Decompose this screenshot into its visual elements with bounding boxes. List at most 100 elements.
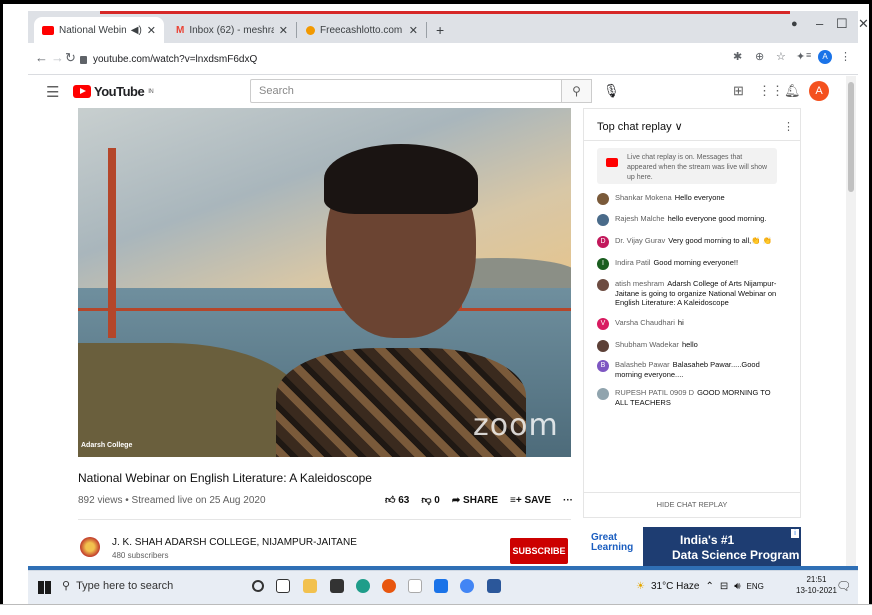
chat-avatar: D: [597, 236, 609, 248]
tab-label: National Webinar on English: [59, 24, 126, 36]
extensions-icon[interactable]: ✦: [796, 50, 805, 63]
chrome-icon[interactable]: [460, 579, 474, 593]
thumbs-down-icon: 👎︎: [421, 495, 432, 506]
firefox-icon[interactable]: [382, 579, 396, 593]
youtube-icon: [606, 158, 618, 167]
forward-icon[interactable]: →: [51, 50, 64, 65]
tray-chevron-icon[interactable]: ⌃: [705, 581, 713, 592]
share-button[interactable]: ➦ SHARE: [452, 495, 498, 506]
save-label: SAVE: [524, 494, 552, 506]
weather-icon: ☀: [636, 581, 645, 592]
gmail-icon: M: [176, 24, 185, 36]
chat-author: Balasheb Pawar: [615, 360, 670, 369]
app-icon[interactable]: [408, 579, 422, 593]
chat-message: V Varsha Chaudhari hi: [597, 318, 782, 330]
account-avatar[interactable]: A: [809, 81, 829, 101]
ad-brand-logo: Great Learning: [583, 527, 643, 567]
chat-text: Hello everyone: [674, 193, 725, 202]
chat-menu-icon[interactable]: ⋮: [783, 120, 794, 133]
zoom-watermark: zoom: [473, 408, 559, 443]
hide-chat-replay-button[interactable]: HIDE CHAT REPLAY: [584, 492, 800, 516]
record-icon[interactable]: ●: [791, 18, 798, 30]
more-actions-button[interactable]: ···: [563, 495, 573, 506]
notification-center-icon[interactable]: 🗨︎: [836, 579, 851, 593]
notifications-bell-icon[interactable]: 🔔︎: [784, 83, 801, 99]
edge-icon[interactable]: [356, 579, 370, 593]
windows-start-icon[interactable]: [38, 581, 51, 594]
video-actions: 👍︎ 63 👎︎ 0 ➦ SHARE ≡+ SAVE ···: [385, 494, 573, 507]
tab-freecashlotto[interactable]: Freecashlotto.com ✕: [298, 17, 426, 43]
language-indicator[interactable]: ENG: [747, 582, 764, 591]
hamburger-menu-icon[interactable]: ☰: [46, 83, 59, 101]
close-icon[interactable]: ✕: [147, 24, 156, 37]
star-icon[interactable]: ☆: [776, 50, 786, 63]
volume-icon[interactable]: 🔊︎: [734, 581, 740, 592]
close-icon[interactable]: ✕: [279, 24, 288, 37]
close-icon[interactable]: ✕: [409, 24, 418, 37]
clock-date: 13-10-2021: [796, 586, 837, 595]
chat-avatar: V: [597, 318, 609, 330]
scrollbar-thumb[interactable]: [848, 82, 854, 192]
file-explorer-icon[interactable]: [303, 579, 317, 593]
taskbar-search-text: Type here to search: [76, 579, 174, 592]
channel-avatar[interactable]: [80, 537, 100, 557]
network-icon[interactable]: ⊟: [720, 581, 728, 592]
tab-youtube[interactable]: National Webinar on English ◀) ✕: [34, 17, 164, 43]
weather-text[interactable]: 31°C Haze: [651, 581, 699, 592]
microphone-icon[interactable]: 🎙: [603, 83, 620, 99]
chat-avatar: [597, 388, 609, 400]
youtube-play-icon: [73, 85, 91, 98]
tab-label: Inbox (62) - meshram81@gmail: [189, 24, 273, 36]
region-code: IN: [148, 88, 154, 95]
task-view-icon[interactable]: [276, 579, 290, 593]
subscribe-button[interactable]: SUBSCRIBE: [510, 538, 568, 564]
search-button[interactable]: ⚲: [562, 79, 592, 103]
like-button[interactable]: 👍︎ 63: [385, 494, 409, 506]
clock-time: 21:51: [806, 575, 827, 584]
chat-message: Rajesh Malche hello everyone good morning…: [597, 214, 782, 226]
minimize-button[interactable]: –: [816, 16, 823, 31]
ad-brand-line2: Learning: [591, 542, 634, 553]
share-icon: ➦: [451, 494, 461, 506]
outer-bottom-edge: [0, 604, 872, 615]
chat-text: Good morning everyone!!: [653, 258, 739, 267]
window-close-button[interactable]: ✕: [858, 16, 869, 32]
store-icon[interactable]: [330, 579, 344, 593]
chat-mode-dropdown[interactable]: Top chat replay ∨: [597, 120, 683, 133]
chat-divider: [584, 140, 800, 141]
new-tab-button[interactable]: +: [428, 17, 450, 43]
browser-profile-avatar[interactable]: A: [818, 50, 832, 64]
browser-menu-icon[interactable]: ⋮: [840, 50, 851, 63]
tab-gmail[interactable]: M Inbox (62) - meshram81@gmail ✕: [168, 17, 296, 43]
chat-author: Rajesh Malche: [615, 214, 665, 223]
chat-avatar: [597, 340, 609, 352]
install-icon[interactable]: ⊕: [755, 50, 764, 63]
logo-text: YouTube: [94, 84, 145, 99]
word-icon[interactable]: [487, 579, 501, 593]
reload-icon[interactable]: ↻: [65, 50, 76, 66]
thumbs-up-icon: 👍︎: [385, 495, 396, 506]
channel-name[interactable]: J. K. SHAH ADARSH COLLEGE, NIJAMPUR-JAIT…: [112, 537, 357, 548]
url-field[interactable]: youtube.com/watch?v=lnxdsmF6dxQ: [80, 54, 257, 65]
taskbar-clock[interactable]: 21:51 13-10-2021: [796, 574, 837, 596]
maximize-button[interactable]: ☐: [836, 16, 848, 32]
chat-text: hello: [681, 340, 698, 349]
search-input[interactable]: Search: [250, 79, 562, 103]
chat-author: Varsha Chaudhari: [615, 318, 675, 327]
mail-icon[interactable]: [434, 579, 448, 593]
ad-info-icon[interactable]: i: [791, 529, 799, 538]
video-player[interactable]: zoom Adarsh College: [78, 108, 571, 457]
back-icon[interactable]: ←: [35, 50, 48, 65]
pin-icon[interactable]: ✱: [733, 50, 742, 63]
cortana-icon[interactable]: [252, 580, 264, 592]
chat-author: Shankar Mokena: [615, 193, 672, 202]
ad-headline: India's #1: [680, 533, 735, 547]
chat-message: Shubham Wadekar hello: [597, 340, 782, 352]
create-video-icon[interactable]: ⊞: [733, 83, 744, 99]
taskbar-search[interactable]: ⚲ Type here to search: [62, 579, 174, 593]
youtube-logo[interactable]: YouTube IN: [73, 84, 154, 99]
save-button[interactable]: ≡+ SAVE: [510, 495, 551, 506]
queue-icon[interactable]: ≡: [806, 50, 811, 60]
plus-icon: +: [436, 22, 445, 38]
dislike-button[interactable]: 👎︎ 0: [421, 494, 440, 506]
